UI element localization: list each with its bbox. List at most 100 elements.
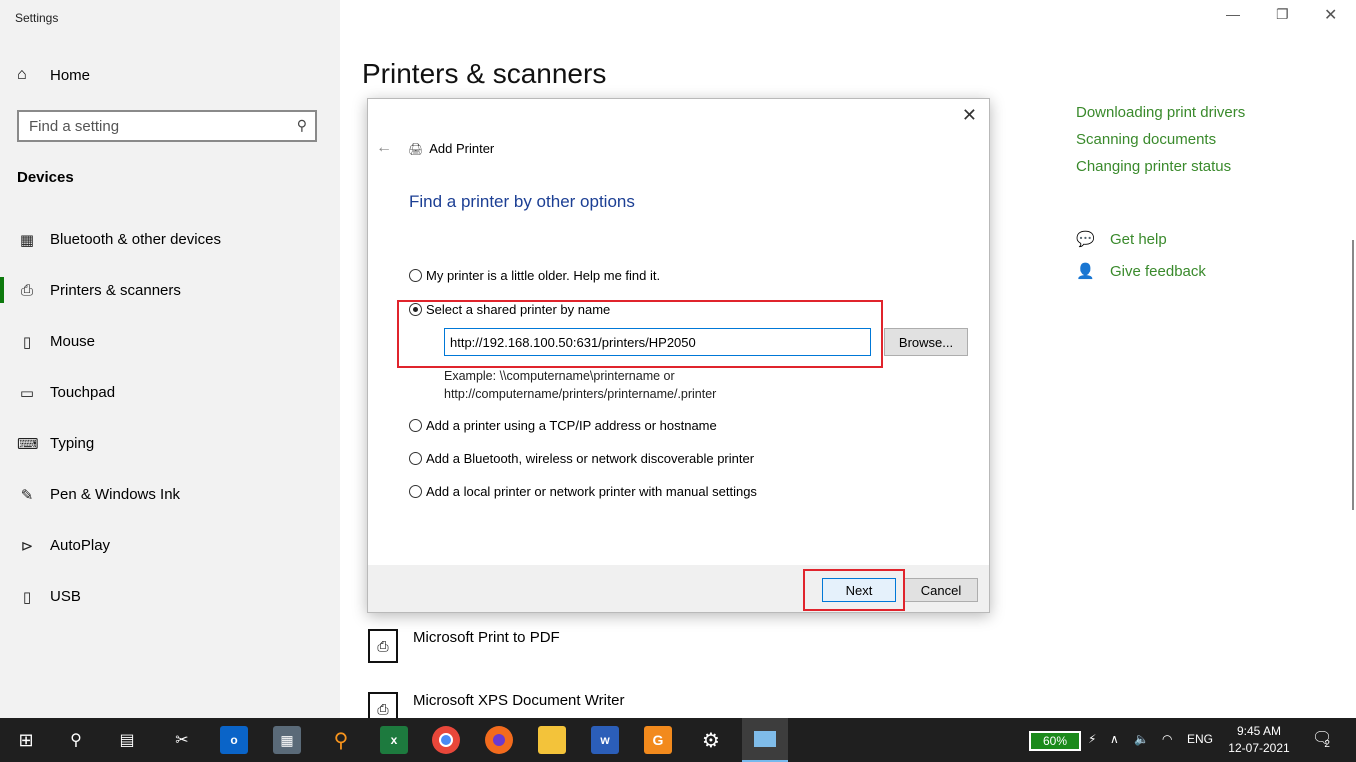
sidebar-item-usb[interactable]: ▯ USB [0, 571, 340, 622]
help-section: 💬 Get help 👤 Give feedback [1076, 230, 1206, 294]
chevron-up-icon[interactable]: ∧ [1110, 732, 1119, 746]
search-icon[interactable]: ⚲ [297, 117, 307, 134]
snipping-tool-icon[interactable]: ✂ [168, 726, 196, 754]
clock[interactable]: 9:45 AM 12-07-2021 [1226, 723, 1292, 757]
example-line-2: http://computername/printers/printername… [444, 387, 717, 401]
highlight-box [803, 569, 905, 611]
chat-help-icon: 💬 [1076, 231, 1095, 248]
option-label: Add a local printer or network printer w… [426, 484, 757, 499]
option-label: My printer is a little older. Help me fi… [426, 268, 661, 283]
sidebar-item-label: USB [50, 588, 81, 605]
back-arrow-icon[interactable]: ← [376, 139, 392, 157]
battery-indicator[interactable]: 60% [1029, 731, 1081, 751]
give-feedback-link[interactable]: 👤 Give feedback [1076, 262, 1206, 281]
chrome-icon[interactable] [432, 726, 460, 754]
notification-count: 2 [1324, 739, 1330, 750]
pdf-app-icon[interactable]: G [644, 726, 672, 754]
autoplay-icon: ⊳ [20, 537, 34, 555]
sidebar-item-label: Typing [50, 435, 95, 452]
restore-icon[interactable]: ❐ [1276, 6, 1289, 23]
app-title: Settings [15, 11, 59, 25]
page-title: Printers & scanners [362, 58, 607, 89]
sidebar-item-mouse[interactable]: ▯ Mouse [0, 316, 340, 367]
home-icon: ⌂ [17, 66, 27, 83]
option-tcpip[interactable]: Add a printer using a TCP/IP address or … [409, 418, 717, 433]
power-plug-icon[interactable]: ⚡ [1088, 732, 1096, 746]
section-title: Devices [17, 169, 74, 186]
close-window-icon[interactable]: ✕ [1324, 5, 1337, 25]
link-downloading-print-drivers[interactable]: Downloading print drivers [1076, 104, 1245, 121]
sidebar-item-typing[interactable]: ⌨ Typing [0, 418, 340, 469]
radio-button[interactable] [409, 419, 422, 432]
example-line-1: Example: \\computername\printername or [444, 369, 675, 383]
printer-name: Microsoft Print to PDF [413, 629, 560, 646]
firefox-icon[interactable] [485, 726, 513, 754]
feedback-icon: 👤 [1076, 263, 1095, 280]
get-help-link[interactable]: 💬 Get help [1076, 230, 1206, 249]
clock-date: 12-07-2021 [1228, 741, 1290, 755]
cancel-button[interactable]: Cancel [904, 578, 978, 602]
radio-button[interactable] [409, 269, 422, 282]
home-label: Home [50, 66, 91, 84]
related-links: Downloading print drivers Scanning docum… [1076, 104, 1245, 185]
bluetooth-devices-icon: ▦ [19, 231, 35, 249]
clock-time: 9:45 AM [1236, 724, 1282, 738]
printer-item-pdf[interactable]: ⎙ Microsoft Print to PDF [368, 629, 560, 663]
mouse-icon: ▯ [22, 333, 32, 351]
sidebar-item-printers[interactable]: ⎙ Printers & scanners [0, 265, 340, 316]
sidebar-item-touchpad[interactable]: ▭ Touchpad [0, 367, 340, 418]
volume-icon[interactable]: 🔈 [1134, 732, 1149, 746]
control-panel-icon[interactable] [742, 718, 788, 762]
calculator-icon[interactable]: ▦ [273, 726, 301, 754]
add-printer-dialog: ✕ ← 🖨 Add Printer Find a printer by othe… [367, 98, 990, 613]
notification-icon[interactable]: 🗨2 [1312, 728, 1338, 750]
sidebar-item-label: Touchpad [50, 384, 116, 401]
language-indicator[interactable]: ENG [1187, 732, 1213, 746]
minimize-icon[interactable]: — [1226, 6, 1240, 22]
excel-icon[interactable]: x [380, 726, 408, 754]
search-box[interactable]: ⚲ [17, 110, 317, 142]
printer-icon: 🖨 [408, 141, 424, 156]
task-view-icon[interactable]: ▤ [113, 726, 141, 754]
printer-name: Microsoft XPS Document Writer [413, 692, 625, 709]
sidebar-item-pen[interactable]: ✎ Pen & Windows Ink [0, 469, 340, 520]
search-input[interactable] [19, 112, 299, 140]
link-scanning-documents[interactable]: Scanning documents [1076, 131, 1245, 148]
sidebar: Settings ⌂ Home ⚲ Devices ▦ Bluetooth & … [0, 0, 340, 718]
sidebar-item-label: Printers & scanners [50, 282, 181, 299]
sidebar-item-autoplay[interactable]: ⊳ AutoPlay [0, 520, 340, 571]
sidebar-item-label: Bluetooth & other devices [50, 231, 221, 248]
option-bluetooth-wireless[interactable]: Add a Bluetooth, wireless or network dis… [409, 451, 754, 466]
windows-start-icon[interactable]: ⊞ [12, 726, 40, 754]
file-explorer-icon[interactable] [538, 726, 566, 754]
keyboard-icon: ⌨ [17, 435, 39, 453]
sidebar-item-label: Pen & Windows Ink [50, 486, 181, 503]
option-label: Add a printer using a TCP/IP address or … [426, 418, 717, 433]
taskbar: ⊞ ⚲ ▤ ✂ o ▦ ⚲ x w G ⚙ 60% ⚡ ∧ 🔈 ◠ ENG 9:… [0, 718, 1356, 762]
touchpad-icon: ▭ [19, 384, 35, 402]
outlook-icon[interactable]: o [220, 726, 248, 754]
give-feedback-label: Give feedback [1110, 262, 1206, 280]
dialog-title-label: Add Printer [429, 141, 495, 156]
radio-button[interactable] [409, 452, 422, 465]
option-local-printer[interactable]: Add a local printer or network printer w… [409, 484, 757, 499]
settings-gear-icon[interactable]: ⚙ [697, 726, 725, 754]
word-icon[interactable]: w [591, 726, 619, 754]
search-icon[interactable]: ⚲ [62, 726, 90, 754]
radio-button[interactable] [409, 485, 422, 498]
wifi-icon[interactable]: ◠ [1162, 732, 1172, 746]
sidebar-item-label: Mouse [50, 333, 96, 350]
link-changing-printer-status[interactable]: Changing printer status [1076, 158, 1245, 175]
sidebar-nav: ▦ Bluetooth & other devices ⎙ Printers &… [0, 214, 340, 622]
sidebar-item-bluetooth[interactable]: ▦ Bluetooth & other devices [0, 214, 340, 265]
example-text: Example: \\computername\printername or h… [444, 367, 716, 403]
search-app-icon[interactable]: ⚲ [327, 726, 355, 754]
close-icon[interactable]: ✕ [962, 105, 977, 126]
pen-icon: ✎ [20, 486, 34, 504]
sidebar-item-label: AutoPlay [50, 537, 111, 554]
get-help-label: Get help [1110, 230, 1167, 248]
option-older-printer[interactable]: My printer is a little older. Help me fi… [409, 268, 660, 283]
scrollbar[interactable] [1352, 240, 1354, 510]
home-link[interactable]: ⌂ Home [17, 66, 90, 84]
browse-button[interactable]: Browse... [884, 328, 968, 356]
